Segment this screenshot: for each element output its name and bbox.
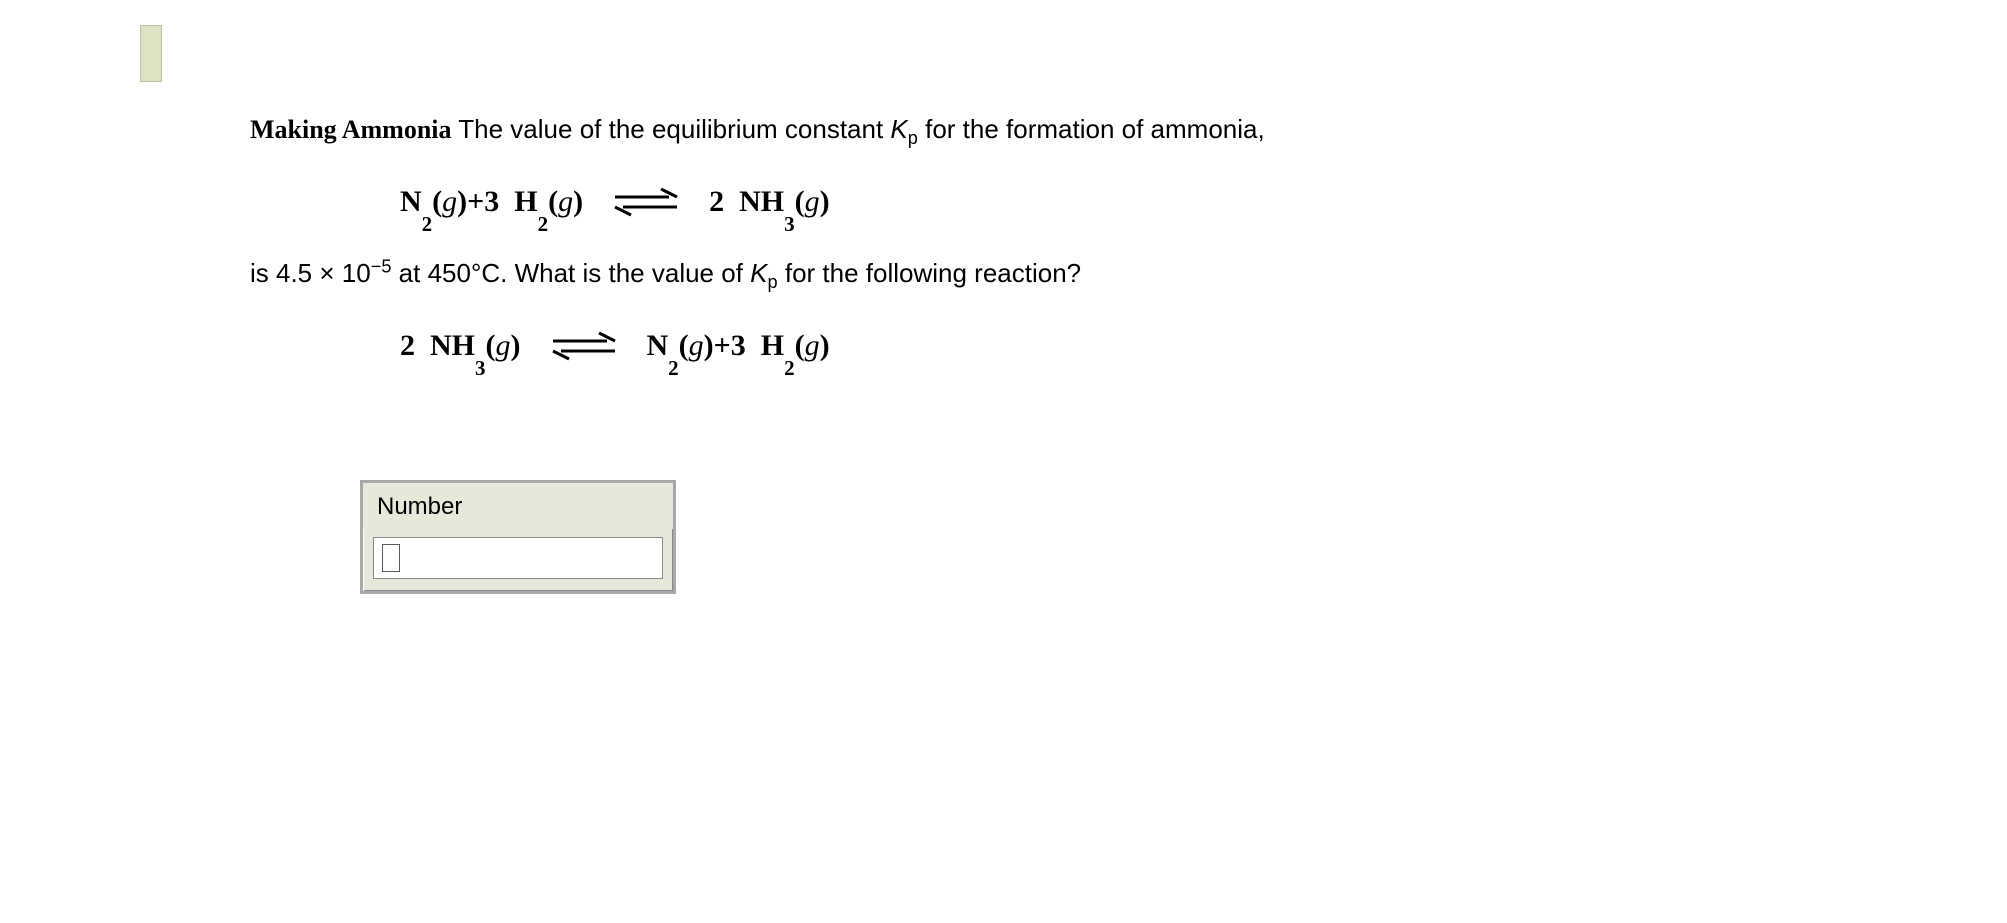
equation-2: 2 NH3(g) N2(g) + 3 H2(g) [400, 323, 1450, 368]
intro-paragraph: Making Ammonia The value of the equilibr… [250, 110, 1450, 149]
input-cursor-icon [382, 544, 400, 572]
equilibrium-arrow-icon [549, 328, 619, 364]
value-exponent: −5 [371, 256, 392, 276]
eq2-nh3: NH [430, 323, 475, 368]
kp-sub: p [908, 128, 918, 148]
tab-stub [140, 25, 162, 82]
value-paragraph: is 4.5 × 10−5 at 450°C. What is the valu… [250, 254, 1450, 293]
eq1-nh3: NH [739, 179, 784, 224]
question-tail: for the following reaction? [778, 258, 1082, 288]
equation-1: N2(g) + 3 H2(g) 2 NH3(g) [400, 179, 1450, 224]
problem-title: Making Ammonia [250, 115, 452, 144]
eq1-h2: H [514, 179, 537, 224]
eq2-h2: H [761, 323, 784, 368]
intro-text-1: The value of the equilibrium constant [452, 114, 891, 144]
answer-input[interactable] [373, 537, 663, 579]
eq2-n2: N [647, 323, 669, 368]
kp-symbol: K [890, 114, 907, 144]
question-content: Making Ammonia The value of the equilibr… [250, 110, 1450, 398]
intro-text-2: for the formation of ammonia, [918, 114, 1265, 144]
answer-label: Number [363, 483, 673, 529]
value-suffix: at 450°C. What is the value of [391, 258, 750, 288]
value-prefix: is 4.5 × 10 [250, 258, 371, 288]
answer-box: Number [360, 480, 676, 594]
eq1-n2: N [400, 179, 422, 224]
equilibrium-arrow-icon [611, 184, 681, 220]
